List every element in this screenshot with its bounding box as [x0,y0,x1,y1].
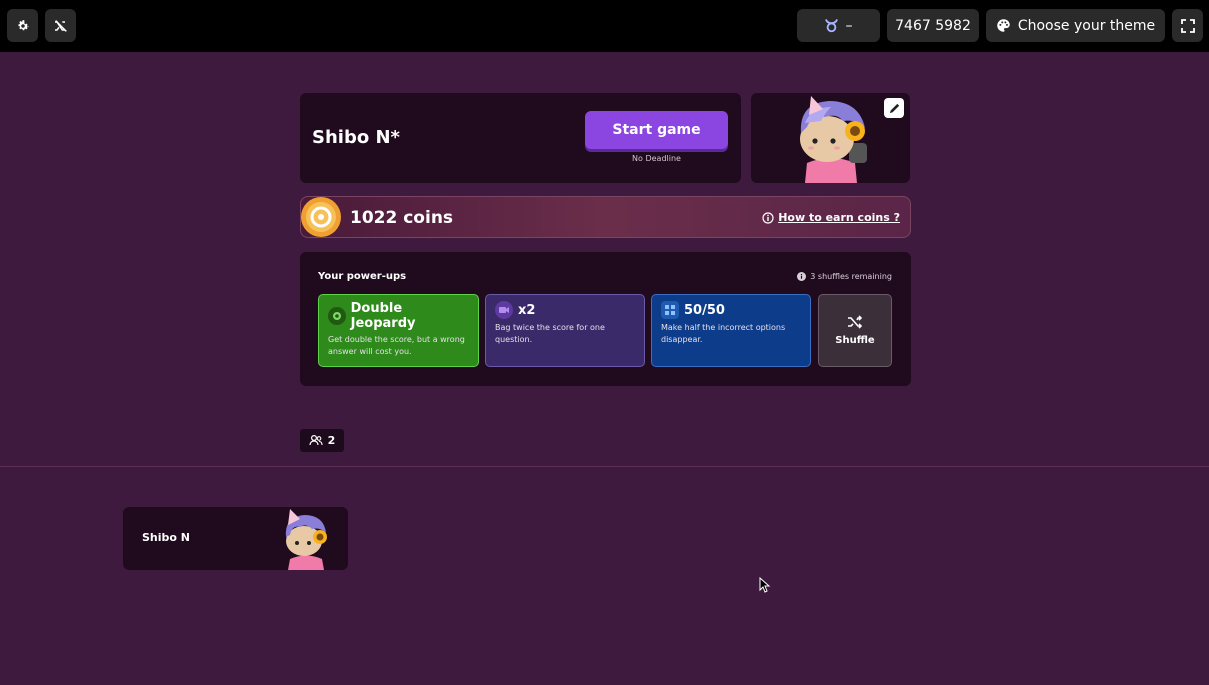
powerup-desc: Get double the score, but a wrong answer… [328,335,465,356]
coin-icon [301,197,341,237]
how-to-earn-label: How to earn coins ? [778,211,900,224]
shuffles-remaining-label: 3 shuffles remaining [810,272,892,281]
lobby-player-name: Shibo N [142,531,190,544]
pencil-icon [889,103,899,113]
avatar-card [751,93,910,183]
deadline-label: No Deadline [632,154,681,163]
shuffle-button[interactable]: Shuffle [818,294,892,367]
game-code-button[interactable]: 7467 5982 [887,9,979,42]
edit-avatar-button[interactable] [884,98,904,118]
powerup-name: x2 [518,302,536,318]
shuffles-remaining: 3 shuffles remaining [797,272,892,281]
fullscreen-button[interactable] [1172,9,1203,42]
palette-icon [997,19,1010,32]
shuffle-label: Shuffle [835,335,875,346]
powerup-desc: Bag twice the score for one question. [495,323,605,344]
music-off-icon [54,19,67,32]
top-bar: – 7467 5982 Choose your theme [0,0,1209,52]
lobby-player-card: Shibo N [123,507,348,570]
player-card: Shibo N* Start game No Deadline [300,93,741,183]
players-button[interactable]: – [797,9,880,42]
start-game-button[interactable]: Start game [585,111,728,149]
powerup-name: Double Jeopardy [350,301,416,331]
music-off-button[interactable] [45,9,76,42]
player-name: Shibo N* [312,127,400,148]
fifty-fifty-icon [661,301,679,319]
game-code: 7467 5982 [895,17,971,34]
taurus-icon [824,19,838,33]
powerups-panel: Your power-ups 3 shuffles remaining Doub… [300,252,911,386]
coins-bar: 1022 coins How to earn coins ? [300,196,911,238]
settings-button[interactable] [7,9,38,42]
choose-theme-button[interactable]: Choose your theme [986,9,1165,42]
players-label: – [845,17,853,34]
powerup-name: 50/50 [684,302,725,318]
powerup-double-jeopardy[interactable]: Double Jeopardy Get double the score, bu… [318,294,479,367]
theme-label: Choose your theme [1017,17,1156,34]
powerup-x2[interactable]: x2 Bag twice the score for one question. [485,294,645,367]
jeopardy-icon [328,307,346,325]
avatar [285,509,327,570]
fullscreen-icon [1180,18,1195,33]
how-to-earn-link[interactable]: How to earn coins ? [762,211,900,224]
mouse-cursor-icon [759,577,771,593]
info-icon [762,211,774,224]
powerups-title: Your power-ups [318,271,407,282]
gear-icon [17,19,28,30]
users-icon [309,435,323,446]
powerup-desc: Make half the incorrect options disappea… [661,323,786,344]
player-count-badge: 2 [300,429,344,452]
player-count: 2 [327,434,336,447]
coins-count: 1022 coins [350,208,454,228]
x2-icon [495,301,513,319]
info-icon [797,272,807,281]
shuffle-icon [848,315,863,329]
divider [0,466,1209,467]
powerup-fifty-fifty[interactable]: 50/50 Make half the incorrect options di… [651,294,811,367]
